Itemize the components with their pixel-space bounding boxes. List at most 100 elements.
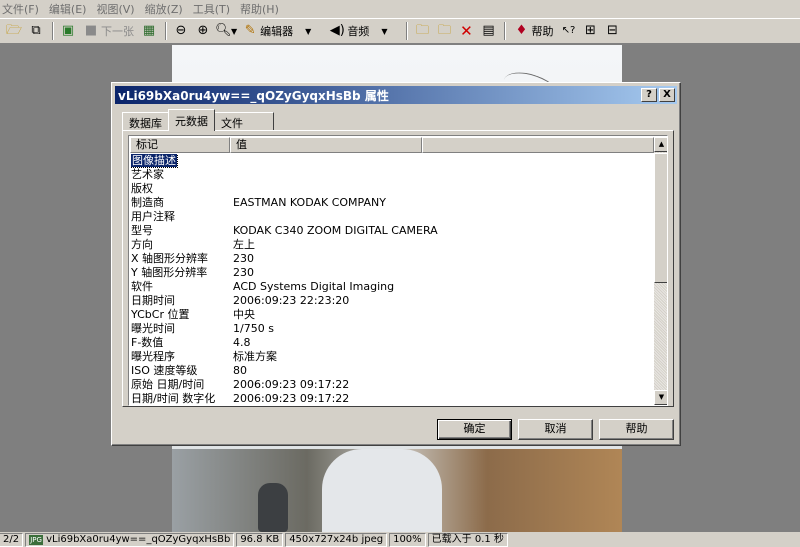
table-row[interactable]: 艺术家: [131, 168, 655, 182]
metadata-rows: 图像描述 艺术家 版权 制造商 EASTMAN KODAK COMPANY 用户注释 型号 K…: [131, 154, 655, 405]
menu-zoom[interactable]: 缩放(Z): [141, 1, 189, 17]
toolbar: 🗁 ⧉ ▣ ■ 下一张 ▦ ⊖ ⊕ 🔍︎ ▼ ✎ 编辑器 ▼ ◀) 音频 ▼ 🗀 🗀 ✕ ▤…: [0, 18, 800, 44]
table-row[interactable]: 制造商 EASTMAN KODAK COMPANY: [131, 196, 655, 210]
delete-button[interactable]: ✕: [456, 21, 476, 41]
prev-button[interactable]: ▣: [58, 21, 78, 41]
table-row[interactable]: 日期时间 2006:09:23 22:23:20: [131, 294, 655, 308]
slideshow-button[interactable]: ▦: [139, 21, 159, 41]
table-row[interactable]: 用户注释: [131, 210, 655, 224]
row-tag: YCbCr 位置: [131, 308, 233, 322]
menu-edit[interactable]: 编辑(E): [45, 1, 93, 17]
table-row[interactable]: YCbCr 位置 中央: [131, 308, 655, 322]
tab-metadata[interactable]: 元数据: [168, 109, 215, 131]
cancel-button[interactable]: 取消: [518, 419, 593, 440]
tab-database[interactable]: 数据库: [122, 112, 169, 131]
editor-label: 编辑器: [260, 25, 294, 38]
row-tag-text: Y 轴图形分辨率: [131, 266, 208, 279]
next-button[interactable]: ■ 下一张: [80, 21, 137, 41]
dialog-help-button[interactable]: ?: [641, 88, 657, 102]
arrow-up-icon: ▲: [658, 140, 665, 148]
audio-button[interactable]: ◀) 音频 ▼: [326, 21, 400, 41]
table-row[interactable]: 原始 日期/时间 2006:09:23 09:17:22: [131, 378, 655, 392]
table-row[interactable]: 型号 KODAK C340 ZOOM DIGITAL CAMERA: [131, 224, 655, 238]
row-tag-text: 型号: [131, 224, 153, 237]
help-button[interactable]: 帮助: [599, 419, 674, 440]
table-row[interactable]: ISO 速度等级 80: [131, 364, 655, 378]
table-row[interactable]: 版权: [131, 182, 655, 196]
row-tag-text: 艺术家: [131, 168, 164, 181]
editor-button[interactable]: ✎ 编辑器 ▼: [239, 21, 324, 41]
zoom-out-button[interactable]: ⊖: [171, 21, 191, 41]
speaker-icon: ◀): [329, 23, 345, 38]
tab-file[interactable]: 文件: [214, 112, 274, 131]
help-book-icon: ♦: [515, 23, 528, 38]
zoom-in-icon: ⊕: [197, 23, 209, 38]
tree-remove-button[interactable]: ⊟: [602, 21, 622, 41]
open-button[interactable]: 🗁: [4, 21, 24, 41]
table-row[interactable]: 曝光时间 1/750 s: [131, 322, 655, 336]
copy-to-button[interactable]: 🗀: [412, 21, 432, 41]
row-tag-text: 曝光时间: [131, 322, 175, 335]
help-label: 帮助: [531, 25, 554, 38]
table-row[interactable]: 方向 左上: [131, 238, 655, 252]
row-value: 230: [233, 252, 254, 265]
row-value: 2006:09:23 09:17:22: [233, 378, 350, 391]
scroll-thumb[interactable]: [654, 153, 667, 283]
table-row[interactable]: 曝光程序 标准方案: [131, 350, 655, 364]
scroll-up-button[interactable]: ▲: [654, 137, 667, 152]
tree-button[interactable]: ⊞: [580, 21, 600, 41]
row-tag-text: 原始 日期/时间: [131, 378, 205, 391]
menu-bar: 文件(F) 编辑(E) 视图(V) 缩放(Z) 工具(T) 帮助(H): [0, 0, 800, 18]
tab-strip: 数据库 元数据 文件: [122, 109, 274, 131]
status-load-time: 已载入于 0.1 秒: [427, 532, 508, 547]
dialog-close-button[interactable]: X: [659, 88, 675, 102]
row-value: 1/750 s: [233, 322, 274, 335]
row-value: [233, 182, 655, 196]
chevron-down-icon: ▼: [381, 26, 388, 36]
status-bar: 2/2 JPG vLi69bXa0ru4yw==_qOZyGyqxHsBb 96.…: [0, 532, 800, 547]
row-value: 2006:09:23 09:17:22: [233, 392, 350, 405]
zoom-menu-button[interactable]: 🔍︎ ▼: [215, 21, 237, 41]
browse-button[interactable]: ⧉: [26, 21, 46, 41]
photo-person: [322, 449, 442, 532]
ok-button[interactable]: 确定: [437, 419, 512, 440]
scroll-down-button[interactable]: ▼: [654, 390, 667, 405]
menu-tools[interactable]: 工具(T): [189, 1, 236, 17]
metadata-list[interactable]: 标记 值 图像描述 艺术家 版权 制造商 EASTMAN KODAK COMPANY 用户…: [128, 135, 668, 406]
move-to-button[interactable]: 🗀: [434, 21, 454, 41]
status-index: 2/2: [0, 532, 24, 547]
row-tag-text: 软件: [131, 280, 153, 293]
table-row[interactable]: 软件 ACD Systems Digital Imaging: [131, 280, 655, 294]
help-toolbar-button[interactable]: ♦ 帮助: [510, 21, 556, 41]
row-tag: 方向: [131, 238, 233, 252]
table-row[interactable]: 日期/时间 数字化 2006:09:23 09:17:22: [131, 392, 655, 405]
vertical-scrollbar[interactable]: ▲ ▼: [654, 137, 667, 405]
zoom-in-button[interactable]: ⊕: [193, 21, 213, 41]
row-value: 230: [233, 266, 254, 279]
chevron-down-icon: ▼: [231, 26, 238, 36]
table-row[interactable]: 图像描述: [131, 154, 655, 168]
table-row[interactable]: X 轴图形分辨率 230: [131, 252, 655, 266]
status-zoom: 100%: [389, 532, 426, 547]
menu-help[interactable]: 帮助(H): [236, 1, 285, 17]
row-tag: 日期时间: [131, 294, 233, 308]
column-header-tag[interactable]: 标记: [130, 137, 230, 153]
toolbar-separator: [52, 22, 54, 40]
row-value: [233, 168, 655, 182]
column-header-value[interactable]: 值: [230, 137, 422, 153]
next-label: 下一张: [101, 25, 134, 38]
row-tag: 曝光时间: [131, 322, 233, 336]
dialog-titlebar[interactable]: vLi69bXa0ru4yw==_qOZyGyqxHsBb 属性 ? X: [115, 86, 677, 104]
row-tag-text: 用户注释: [131, 210, 175, 223]
magnifier-icon: 🔍︎: [215, 23, 232, 38]
menu-file[interactable]: 文件(F): [0, 1, 45, 17]
table-row[interactable]: F-数值 4.8: [131, 336, 655, 350]
delete-x-icon: ✕: [460, 22, 473, 40]
browse-icon: ⧉: [31, 23, 41, 38]
context-help-button[interactable]: ↖?: [558, 21, 578, 41]
menu-view[interactable]: 视图(V): [92, 1, 140, 17]
properties-button[interactable]: ▤: [478, 21, 498, 41]
pointer-question-icon: ↖?: [561, 25, 576, 36]
table-row[interactable]: Y 轴图形分辨率 230: [131, 266, 655, 280]
row-tag: 制造商: [131, 196, 233, 210]
